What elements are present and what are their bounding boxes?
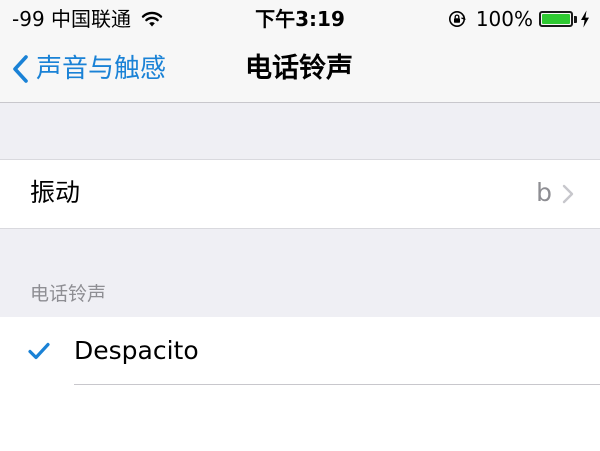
battery-fill	[542, 14, 570, 24]
ringtone-label: Despacito	[74, 336, 199, 365]
section-header: 电话铃声	[30, 283, 107, 305]
status-bar: -99 中国联通 下午3:19 100%	[0, 0, 600, 38]
page-title: 电话铃声	[0, 52, 600, 86]
battery-tip	[574, 15, 577, 23]
page-title-text: 电话铃声	[245, 53, 353, 84]
charging-bolt-icon	[581, 10, 589, 28]
status-right: 100%	[448, 7, 590, 31]
rotation-lock-icon	[448, 11, 466, 27]
vibration-row[interactable]: 振动 b	[0, 160, 600, 228]
list-blank-area	[0, 385, 600, 451]
checkmark-icon	[28, 342, 50, 360]
chevron-right-icon	[562, 184, 574, 204]
group-spacer	[0, 103, 600, 160]
battery-icon	[539, 11, 573, 27]
battery-percent: 100%	[475, 7, 533, 31]
navigation-bar: 声音与触感 电话铃声	[0, 38, 600, 103]
ringtone-item-despacito[interactable]: Despacito	[0, 317, 600, 385]
vibration-value: b	[536, 178, 552, 207]
vibration-label: 振动	[30, 178, 81, 207]
ringtone-section-header-area: 电话铃声	[0, 228, 600, 318]
